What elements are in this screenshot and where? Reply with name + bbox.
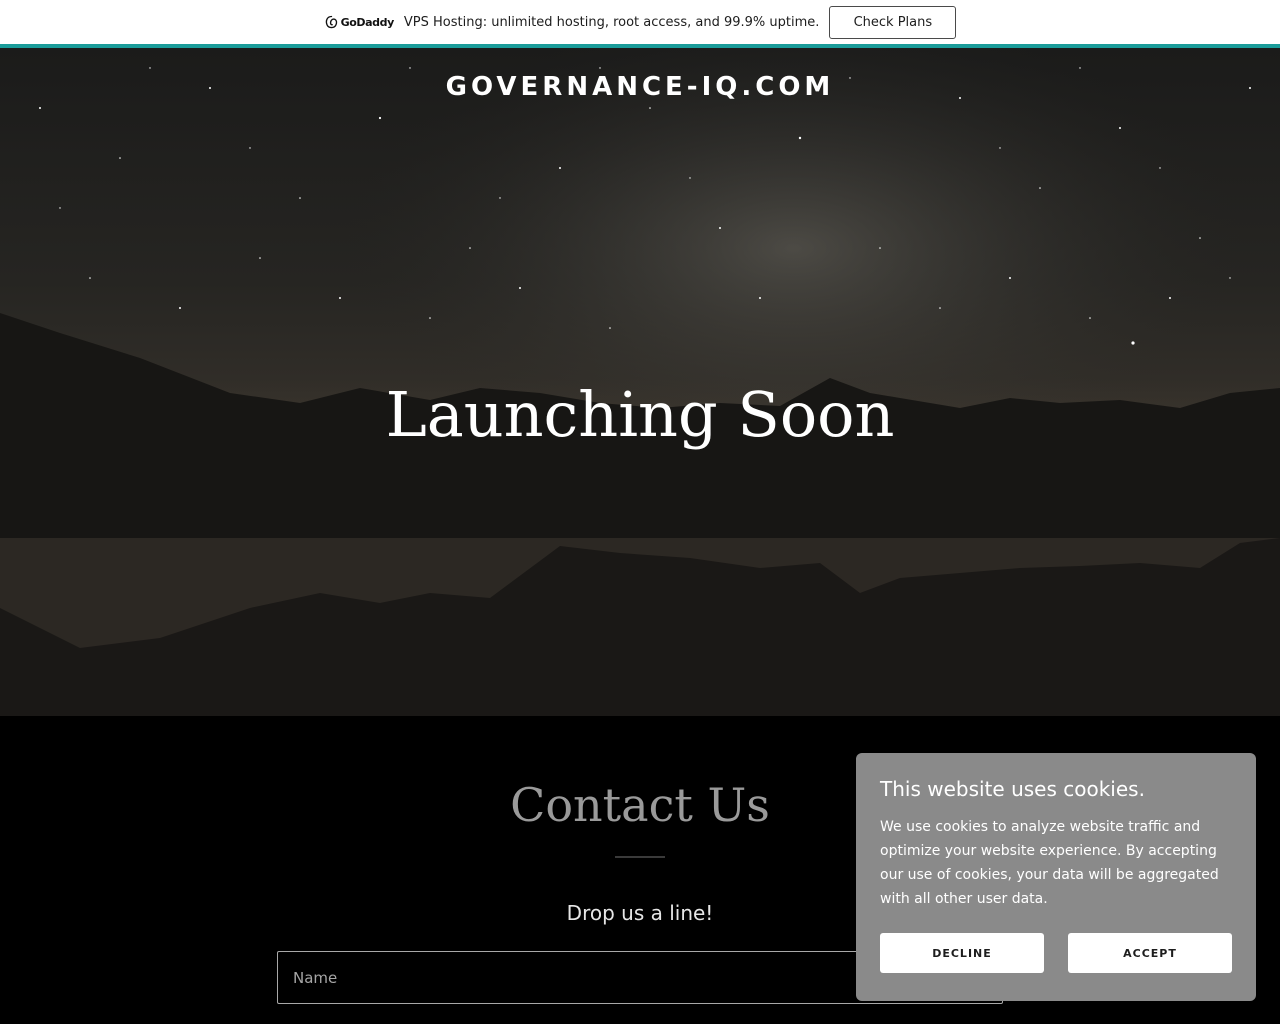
cookie-dialog: This website uses cookies. We use cookie… [856, 753, 1256, 1001]
cookie-title: This website uses cookies. [880, 777, 1145, 801]
hero-section: GOVERNANCE-IQ.COM Launching Soon [0, 48, 1280, 716]
check-plans-button[interactable]: Check Plans [829, 5, 957, 39]
site-name[interactable]: GOVERNANCE-IQ.COM [0, 72, 1280, 102]
cookie-message: We use cookies to analyze website traffi… [880, 819, 1219, 907]
cookie-actions: DECLINE ACCEPT [880, 933, 1232, 973]
godaddy-wordmark: GoDaddy [340, 15, 395, 29]
accept-button[interactable]: ACCEPT [1068, 933, 1232, 973]
godaddy-logo[interactable]: GoDaddy [324, 15, 394, 30]
godaddy-logo-icon [325, 15, 337, 28]
promo-banner: GoDaddy VPS Hosting: unlimited hosting, … [0, 0, 1280, 44]
promo-text: VPS Hosting: unlimited hosting, root acc… [403, 14, 820, 30]
decline-button[interactable]: DECLINE [880, 933, 1044, 973]
contact-divider [615, 856, 665, 858]
hero-title: Launching Soon [385, 378, 895, 451]
